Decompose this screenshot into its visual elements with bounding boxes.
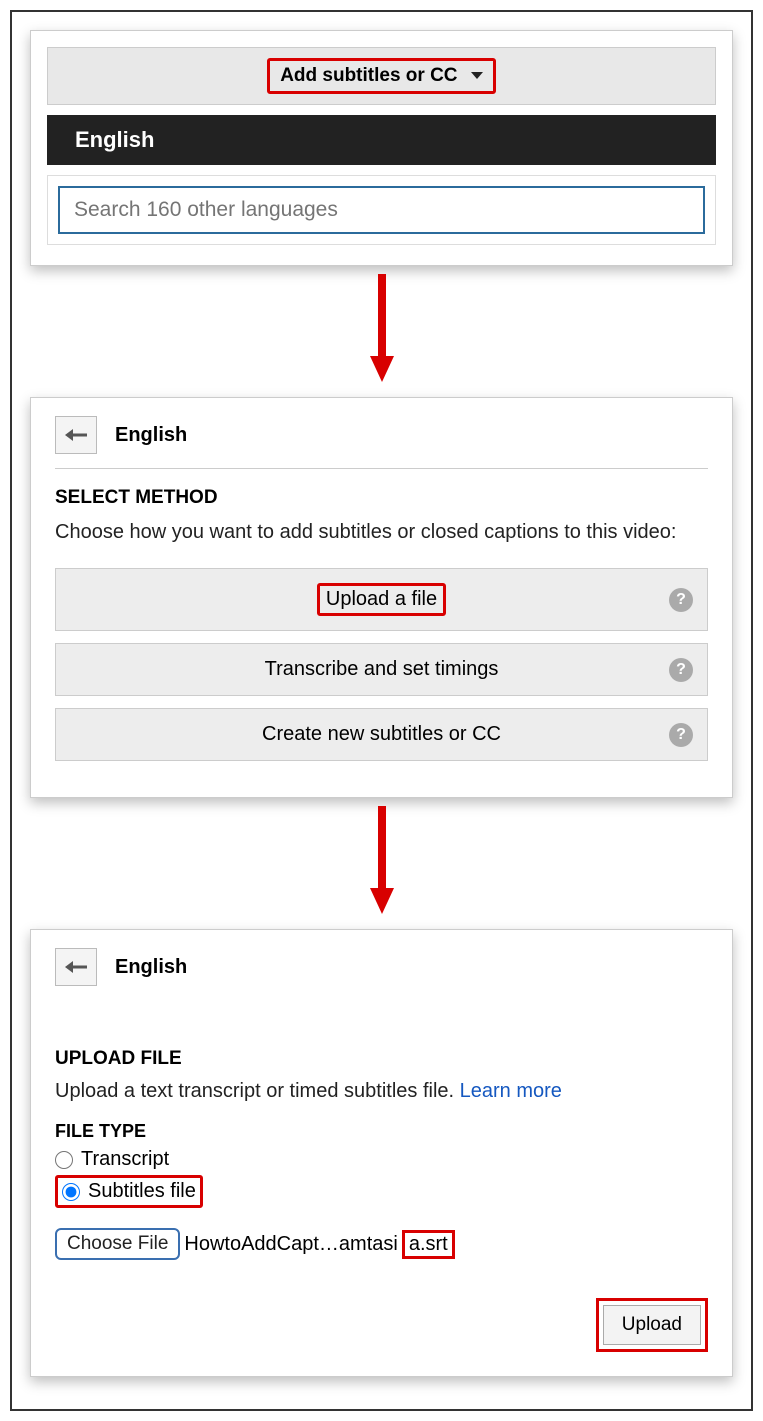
chosen-filename-prefix: HowtoAddCapt…amtasi	[184, 1233, 397, 1256]
select-method-title: SELECT METHOD	[55, 487, 708, 509]
method-transcribe-button[interactable]: Transcribe and set timings ?	[55, 643, 708, 696]
add-subtitles-dropdown-bar: Add subtitles or CC	[47, 47, 716, 105]
method-transcribe-label: Transcribe and set timings	[265, 658, 499, 681]
upload-file-description-text: Upload a text transcript or timed subtit…	[55, 1080, 460, 1102]
file-type-subtitles-option[interactable]: Subtitles file	[62, 1180, 196, 1203]
selected-language-label: English	[75, 127, 154, 152]
arrow-down-icon	[367, 806, 397, 916]
file-type-transcript-option[interactable]: Transcript	[55, 1148, 708, 1171]
flow-arrow-2	[30, 806, 733, 921]
panel-select-method: English SELECT METHOD Choose how you wan…	[30, 397, 733, 798]
method-upload-label: Upload a file	[317, 583, 446, 616]
chosen-file-row: Choose File HowtoAddCapt…amtasia.srt	[55, 1228, 708, 1260]
method-upload-file-button[interactable]: Upload a file ?	[55, 568, 708, 631]
choose-file-button[interactable]: Choose File	[55, 1228, 180, 1260]
file-type-title: FILE TYPE	[55, 1121, 708, 1142]
search-languages-input[interactable]	[58, 186, 705, 234]
dropdown-label: Add subtitles or CC	[280, 65, 457, 86]
arrow-left-icon	[65, 428, 87, 442]
chevron-down-icon	[471, 72, 483, 79]
search-wrap	[47, 175, 716, 245]
upload-button[interactable]: Upload	[603, 1305, 701, 1345]
method-create-button[interactable]: Create new subtitles or CC ?	[55, 708, 708, 761]
transcript-radio[interactable]	[55, 1151, 73, 1169]
transcript-radio-label: Transcript	[81, 1148, 169, 1171]
panel-add-subtitles: Add subtitles or CC English	[30, 30, 733, 266]
tutorial-frame: Add subtitles or CC English	[10, 10, 753, 1411]
back-button[interactable]	[55, 416, 97, 454]
help-icon[interactable]: ?	[669, 588, 693, 612]
panel2-language-label: English	[115, 424, 187, 447]
arrow-down-icon	[367, 274, 397, 384]
add-subtitles-dropdown[interactable]: Add subtitles or CC	[267, 58, 496, 94]
method-create-label: Create new subtitles or CC	[262, 723, 501, 746]
help-icon[interactable]: ?	[669, 658, 693, 682]
arrow-left-icon	[65, 960, 87, 974]
select-method-description: Choose how you want to add subtitles or …	[55, 519, 708, 546]
flow-arrow-1	[30, 274, 733, 389]
file-type-subtitles-highlight: Subtitles file	[55, 1175, 203, 1208]
panel-upload-file: English UPLOAD FILE Upload a text transc…	[30, 929, 733, 1377]
upload-file-description: Upload a text transcript or timed subtit…	[55, 1080, 708, 1103]
chosen-filename-ext: a.srt	[402, 1230, 455, 1259]
help-icon[interactable]: ?	[669, 723, 693, 747]
subtitles-radio-label: Subtitles file	[88, 1180, 196, 1203]
learn-more-link[interactable]: Learn more	[460, 1080, 562, 1102]
upload-file-title: UPLOAD FILE	[55, 1048, 708, 1070]
back-button[interactable]	[55, 948, 97, 986]
subtitles-radio[interactable]	[62, 1183, 80, 1201]
upload-button-highlight: Upload	[596, 1298, 708, 1352]
panel3-language-label: English	[115, 956, 187, 979]
selected-language-row[interactable]: English	[47, 115, 716, 165]
divider	[55, 468, 708, 469]
